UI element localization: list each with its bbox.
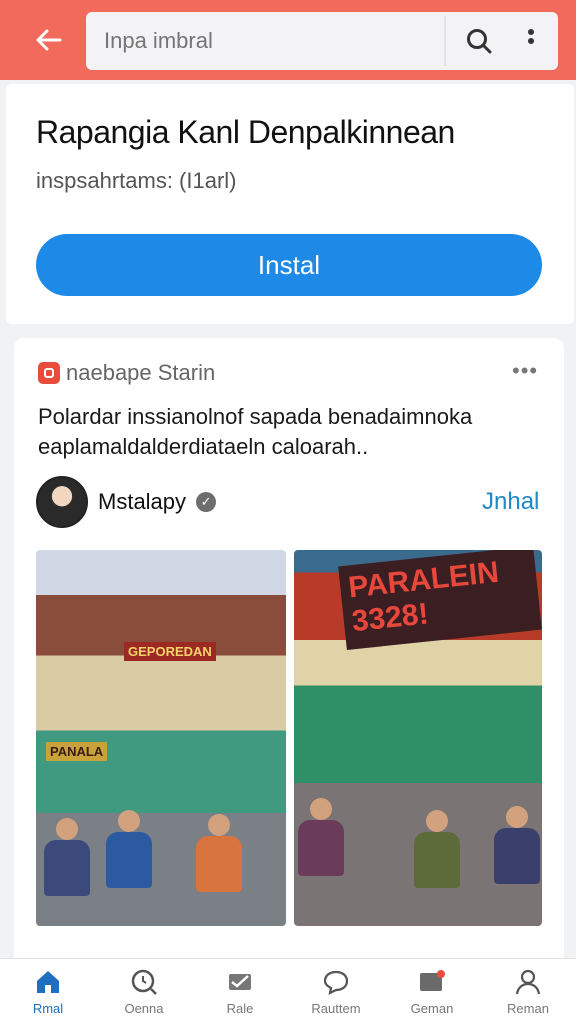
post-card: naebape Starin ••• Polardar inssianolnof… [14,338,564,978]
install-button[interactable]: Instal [36,234,542,296]
nav-label: Rauttem [311,1001,361,1016]
post-photo-1[interactable]: GEPOREDAN PANALA [36,550,286,926]
nav-label: Rale [226,1001,254,1016]
nav-item-profile[interactable]: Reman [480,959,576,1024]
search-input[interactable] [104,26,434,56]
follow-button[interactable]: Jnhal [482,488,539,516]
post-source-label: naebape Starin [66,360,216,385]
search-bar[interactable] [86,12,558,70]
shop-sign-2: PANALA [46,742,108,761]
person-figure [106,810,152,888]
nav-item-discover[interactable]: Oenna [96,959,192,1024]
nav-item-home[interactable]: Rmal [0,959,96,1024]
app-title: Rapangia Kanl Denpalkinnean [36,114,455,150]
post-photo-2[interactable]: PARALEIN 3328! [294,550,542,926]
nav-label: Rmal [32,1001,64,1016]
nav-item-chat[interactable]: Rauttem [288,959,384,1024]
app-subtitle: inspsahrtams: (I1arl) [36,168,237,193]
post-text: Polardar inssianolnof sapada benadaimnok… [38,404,473,459]
chat-icon [321,967,351,997]
nav-label: Reman [507,1001,549,1016]
nav-label: Geman [410,1001,454,1016]
mail-icon [225,967,255,997]
author-name: Mstalapy [98,489,187,514]
person-figure [196,814,242,892]
person-figure [298,798,344,876]
tv-icon [38,362,60,384]
back-arrow-icon[interactable] [28,22,68,58]
person-figure [414,810,460,888]
more-vertical-icon[interactable] [516,24,546,58]
home-icon [33,967,63,997]
avatar[interactable] [36,476,88,528]
nav-item-inbox[interactable]: Geman [384,959,480,1024]
nav-label: Oenna [124,1001,164,1016]
more-horizontal-icon[interactable]: ••• [512,358,538,384]
search-icon[interactable] [462,24,496,58]
person-figure [44,818,90,896]
discover-icon [129,967,159,997]
verified-icon: ✓ [196,492,217,512]
top-bar [0,0,576,80]
app-card: Rapangia Kanl Denpalkinnean inspsahrtams… [6,84,574,324]
profile-icon [513,967,543,997]
bottom-nav: Rmal Oenna Rale Rauttem Geman Reman [0,958,576,1024]
person-figure [494,806,540,884]
shop-sign-large: PARALEIN 3328! [338,550,542,651]
shop-sign-1: GEPOREDAN [124,642,216,661]
search-divider [444,16,446,66]
nav-item-mail[interactable]: Rale [192,959,288,1024]
inbox-icon [417,967,447,997]
post-author[interactable]: Mstalapy ✓ [36,476,217,528]
post-source[interactable]: naebape Starin [38,360,215,386]
